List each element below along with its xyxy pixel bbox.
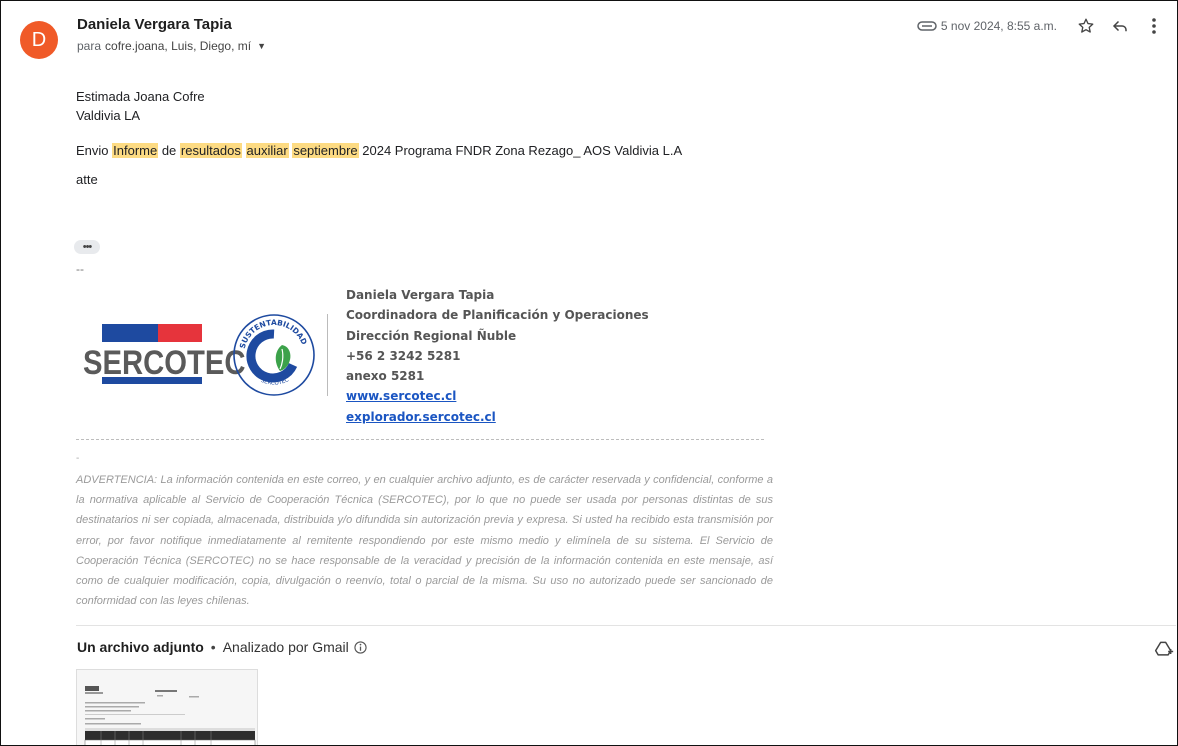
greeting-line-1: Estimada Joana Cofre [76, 89, 205, 104]
header-actions: 5 nov 2024, 8:55 a.m. [917, 15, 1177, 37]
signature-separator: -- [76, 262, 84, 276]
disclaimer-rule [76, 439, 764, 440]
email-date[interactable]: 5 nov 2024, 8:55 a.m. [941, 19, 1057, 33]
signature-department: Dirección Regional Ñuble [346, 328, 517, 343]
recipients-list: cofre.joana, Luis, Diego, mí [105, 39, 252, 53]
attachments-divider [76, 625, 1176, 626]
show-trimmed-content-button[interactable]: ••• [74, 240, 100, 254]
search-highlight: resultados [179, 143, 242, 158]
signature-phone: +56 2 3242 5281 [346, 348, 461, 363]
search-highlight: auxiliar [245, 143, 289, 158]
search-highlight: septiembre [292, 143, 359, 158]
recipients-line[interactable]: para cofre.joana, Luis, Diego, mí ▼ [77, 39, 266, 53]
search-highlight: Informe [112, 143, 159, 158]
greeting: Estimada Joana Cofre Valdivia LA [76, 87, 205, 125]
logo-bar-blue [102, 324, 158, 342]
reply-icon[interactable] [1109, 15, 1131, 37]
message-text: Envio [76, 143, 113, 158]
sender-name[interactable]: Daniela Vergara Tapia [77, 16, 232, 33]
message-text: de [158, 143, 180, 158]
attachment-thumbnail[interactable] [76, 669, 258, 745]
explorer-link[interactable]: explorador.sercotec.cl [346, 410, 496, 424]
signature-name: Daniela Vergara Tapia [346, 288, 495, 302]
signature-divider [327, 314, 328, 396]
info-icon[interactable] [354, 640, 367, 654]
attachment-count: Un archivo adjunto [77, 639, 204, 655]
logo-bar-bottom [102, 377, 202, 384]
logo-bar-red [158, 324, 202, 342]
scanned-label: Analizado por Gmail [222, 639, 349, 655]
recipients-prefix: para [77, 39, 102, 53]
more-vert-icon[interactable] [1143, 15, 1165, 37]
dropdown-caret-icon[interactable]: ▼ [257, 41, 266, 51]
star-icon[interactable] [1075, 15, 1097, 37]
email-view: D Daniela Vergara Tapia para cofre.joana… [0, 0, 1178, 746]
website-link[interactable]: www.sercotec.cl [346, 389, 456, 403]
sender-avatar[interactable]: D [20, 21, 58, 59]
paperclip-icon [917, 19, 939, 33]
signature-title: Coordinadora de Planificación y Operacio… [346, 308, 649, 323]
add-to-drive-icon[interactable] [1154, 639, 1174, 659]
message-text: 2024 Programa FNDR Zona Rezago_ AOS Vald… [358, 143, 683, 158]
signature-extension: anexo 5281 [346, 369, 425, 384]
legal-disclaimer: ADVERTENCIA: La información contenida en… [76, 474, 773, 608]
message-line: Envio Informe de resultados auxiliar sep… [76, 143, 682, 158]
greeting-line-2: Valdivia LA [76, 108, 141, 123]
signature-block: Daniela Vergara Tapia Coordinadora de Pl… [346, 285, 649, 427]
disclaimer-dash: - [76, 453, 80, 464]
closing: atte [76, 172, 98, 187]
bullet-separator: • [210, 639, 216, 655]
attachments-header: Un archivo adjunto • Analizado por Gmail [77, 639, 367, 655]
message-text [242, 143, 246, 158]
sustainability-seal: SUSTENTABILIDAD SERCOTEC [230, 307, 318, 397]
